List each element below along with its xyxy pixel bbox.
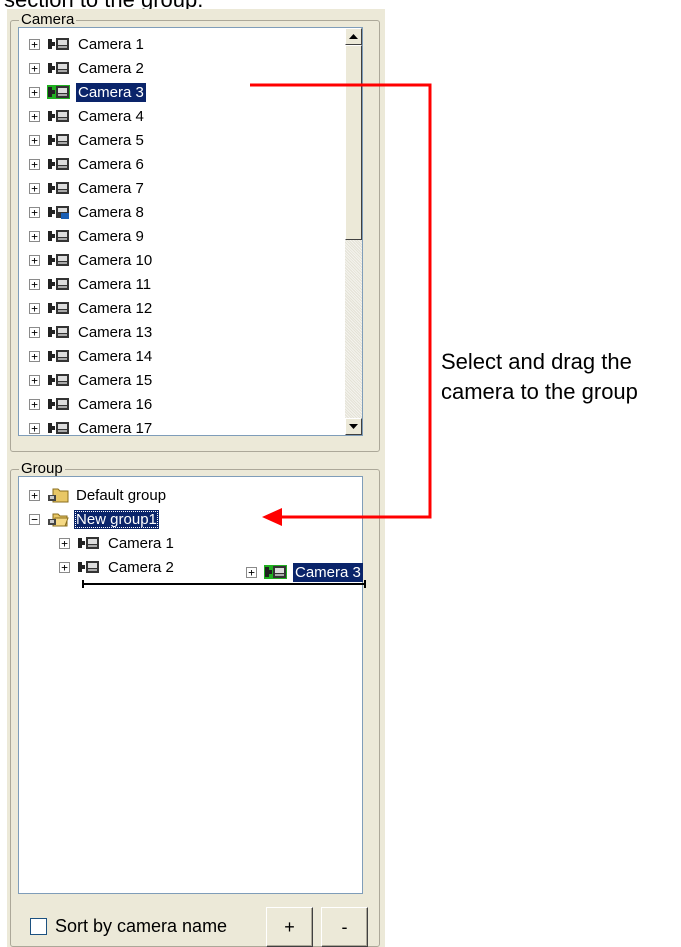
drag-arrow (250, 83, 432, 526)
annotation-text: Select and drag the camera to the group (441, 347, 638, 407)
annotation-line-2: camera to the group (441, 379, 638, 404)
annotation-line-1: Select and drag the (441, 349, 632, 374)
